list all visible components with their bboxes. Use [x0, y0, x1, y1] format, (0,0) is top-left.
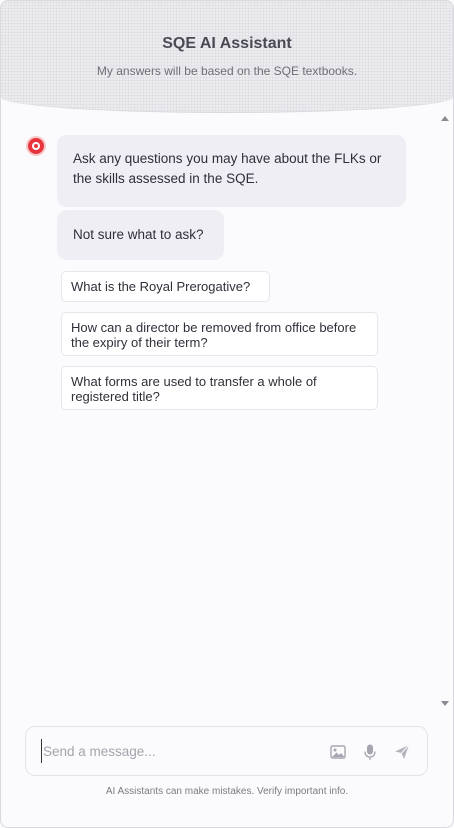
suggestion-button[interactable]: How can a director be removed from offic… [61, 312, 378, 356]
message-composer [25, 726, 428, 776]
send-button[interactable] [392, 742, 412, 762]
suggestion-label: How can a director be removed from offic… [71, 320, 357, 350]
attach-image-button[interactable] [328, 742, 348, 762]
message-text: Ask any questions you may have about the… [73, 151, 382, 186]
chat-header: SQE AI Assistant My answers will be base… [1, 1, 453, 113]
suggestion-label: What forms are used to transfer a whole … [71, 374, 317, 404]
assistant-window: SQE AI Assistant My answers will be base… [0, 0, 454, 828]
message-text: Not sure what to ask? [73, 227, 204, 242]
assistant-message: Ask any questions you may have about the… [57, 135, 406, 207]
image-icon [330, 745, 346, 759]
send-icon [395, 744, 410, 759]
scroll-up-arrow-icon[interactable] [441, 116, 449, 121]
suggestion-label: What is the Royal Prerogative? [71, 279, 251, 294]
chat-area[interactable]: Ask any questions you may have about the… [1, 113, 437, 713]
header-subtitle: My answers will be based on the SQE text… [96, 64, 358, 78]
chat-scrollbar[interactable] [437, 113, 453, 713]
suggestion-button[interactable]: What forms are used to transfer a whole … [61, 366, 378, 410]
scroll-down-arrow-icon[interactable] [441, 701, 449, 706]
assistant-logo-icon [28, 138, 44, 154]
message-input[interactable] [41, 739, 321, 763]
assistant-message: Not sure what to ask? [57, 210, 224, 260]
disclaimer-note: AI Assistants can make mistakes. Verify … [105, 786, 349, 797]
suggestion-button[interactable]: What is the Royal Prerogative? [61, 271, 270, 302]
voice-input-button[interactable] [360, 742, 380, 762]
microphone-icon [364, 744, 376, 760]
header-title: SQE AI Assistant [162, 35, 292, 52]
